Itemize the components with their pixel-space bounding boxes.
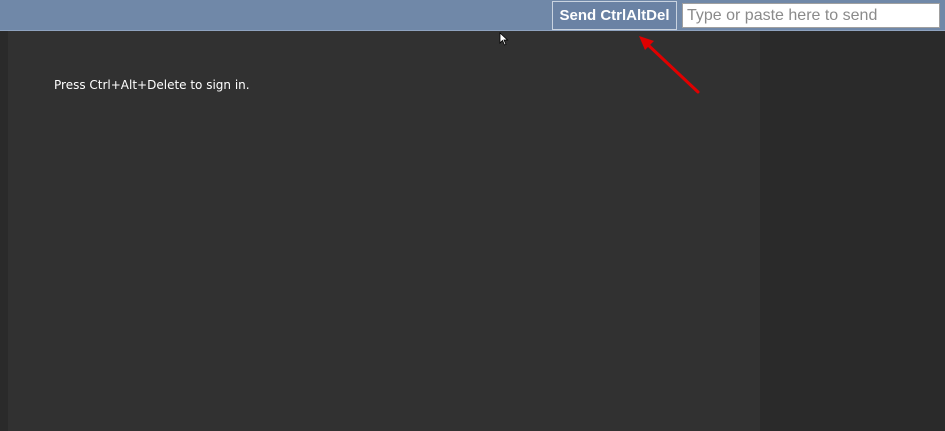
send-text-input[interactable] — [682, 3, 940, 28]
remote-screen[interactable]: Press Ctrl+Alt+Delete to sign in. — [8, 31, 760, 431]
remote-desktop-stage: Press Ctrl+Alt+Delete to sign in. — [0, 31, 945, 431]
sign-in-prompt: Press Ctrl+Alt+Delete to sign in. — [54, 78, 250, 92]
send-ctrl-alt-del-button[interactable]: Send CtrlAltDel — [552, 1, 677, 30]
mouse-pointer-icon — [499, 32, 509, 46]
right-empty-area — [760, 31, 945, 431]
remote-toolbar: Send CtrlAltDel — [0, 0, 945, 31]
left-margin — [0, 31, 8, 431]
